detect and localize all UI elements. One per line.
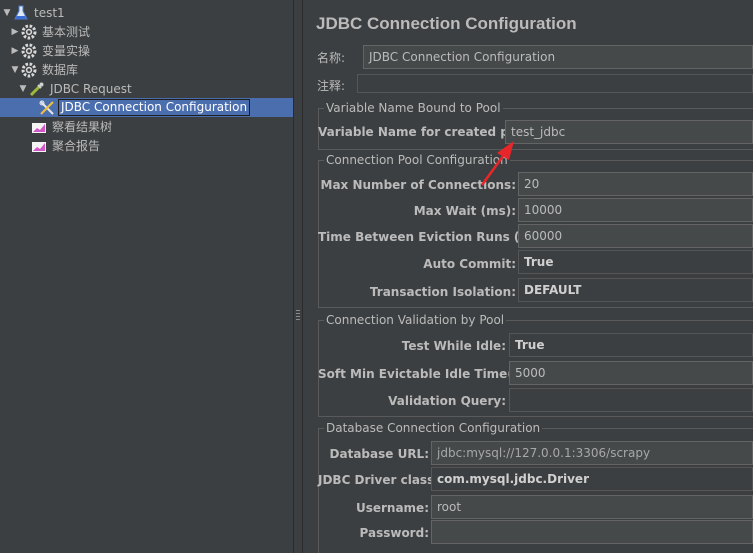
tree-item-label: 聚合报告 [52,139,101,153]
auto-commit-label: Auto Commit: [423,257,516,271]
collapse-arrow-icon[interactable]: ▶ [10,46,20,56]
split-pane-divider[interactable] [293,0,303,553]
thread-group-gear-icon [20,61,38,79]
database-url-input[interactable]: jdbc:mysql://127.0.0.1:3306/scrapy [431,441,753,465]
tree-item-label: 察看结果树 [52,120,113,134]
validation-query-label: Validation Query: [388,394,506,408]
comment-label: 注释: [317,79,346,93]
test-while-idle-label: Test While Idle: [401,339,506,353]
eviction-runs-input[interactable]: 60000 [518,224,753,248]
soft-min-idle-label: Soft Min Evictable Idle Time(ms): [318,367,543,381]
tree-item-thread-group[interactable]: ▼ 数据库 [10,60,80,79]
jdbc-driver-select[interactable]: com.mysql.jdbc.Driver [431,467,753,491]
comment-field[interactable] [357,74,753,93]
tree-item-thread-group[interactable]: ▶ 基本测试 [10,22,92,41]
tree-item-label: 基本测试 [42,25,91,39]
expand-arrow-icon[interactable]: ▼ [2,8,12,18]
validation-query-input[interactable] [509,388,753,412]
divider-grip-icon[interactable] [296,310,300,322]
variable-name-label: Variable Name for created pool: [318,125,535,139]
group-title: Connection Pool Configuration [324,153,510,167]
tree-item-aggregate-report[interactable]: 聚合报告 [30,136,102,155]
name-label: 名称: [317,51,346,65]
eviction-runs-label: Time Between Eviction Runs (ms): [318,230,550,244]
listener-graph-icon [30,137,48,155]
transaction-isolation-label: Transaction Isolation: [369,285,516,299]
tree-item-thread-group[interactable]: ▶ 变量实操 [10,41,92,60]
expand-arrow-icon[interactable]: ▼ [18,84,28,94]
username-input[interactable]: root [431,495,753,519]
group-title: Variable Name Bound to Pool [324,101,503,115]
tree-item-label: 数据库 [42,63,79,77]
max-connections-input[interactable]: 20 [518,172,753,196]
auto-commit-select[interactable]: True [518,250,753,274]
transaction-isolation-select[interactable]: DEFAULT [518,278,753,302]
tree-item-jdbc-connection-config[interactable]: JDBC Connection Configuration [38,98,251,117]
expand-arrow-icon[interactable]: ▼ [10,65,20,75]
variable-name-input[interactable]: test_jdbc [505,120,753,144]
config-tools-icon [38,99,56,117]
sampler-pipette-icon [28,80,46,98]
password-label: Password: [359,526,430,540]
thread-group-gear-icon [20,42,38,60]
group-title: Database Connection Configuration [324,421,543,435]
tree-item-label: test1 [34,5,65,20]
max-connections-label: Max Number of Connections: [320,178,516,192]
collapse-arrow-icon[interactable]: ▶ [10,27,20,37]
jdbc-driver-label: JDBC Driver class: [318,473,440,487]
test-plan-tree[interactable]: ▼ test1 ▶ 基本测试 ▶ 变量实操 ▼ 数据库 ▼ JDBC Reque… [0,0,293,553]
max-wait-label: Max Wait (ms): [413,204,516,218]
tree-item-test1[interactable]: ▼ test1 [2,3,67,22]
soft-min-idle-input[interactable]: 5000 [509,361,753,385]
config-panel: JDBC Connection Configuration 名称: JDBC C… [304,0,753,553]
tree-item-view-results-tree[interactable]: 察看结果树 [30,117,114,136]
tree-item-label: JDBC Request [50,81,132,96]
database-url-label: Database URL: [329,447,429,461]
test-while-idle-select[interactable]: True [509,333,753,357]
thread-group-gear-icon [20,23,38,41]
name-field[interactable]: JDBC Connection Configuration [363,45,753,69]
group-title: Connection Validation by Pool [324,313,507,327]
listener-graph-icon [30,118,48,136]
tree-item-label: 变量实操 [42,44,91,58]
max-wait-input[interactable]: 10000 [518,198,753,222]
username-label: Username: [355,501,429,515]
tree-item-label: JDBC Connection Configuration [58,99,251,116]
tree-item-jdbc-request[interactable]: ▼ JDBC Request [18,79,134,98]
test-plan-flask-icon [12,4,30,22]
page-title: JDBC Connection Configuration [316,14,577,33]
password-input[interactable] [431,520,753,544]
